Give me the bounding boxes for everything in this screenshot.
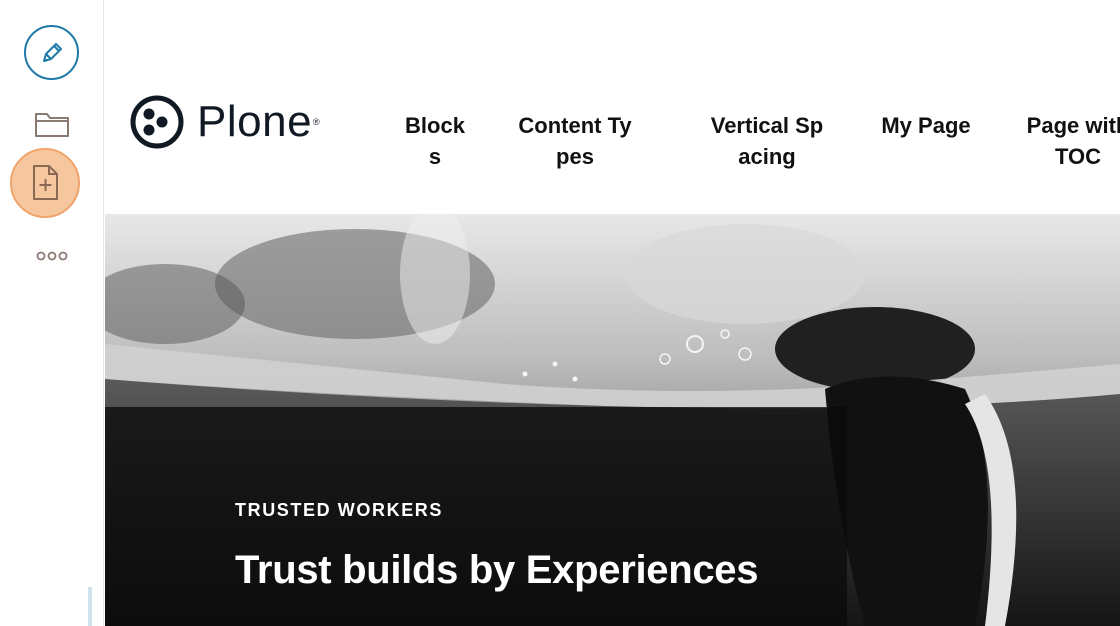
hero-kicker: TRUSTED WORKERS [235,500,443,520]
pencil-icon [42,42,62,62]
add-document-icon [33,165,58,200]
editing-toolbar [0,0,104,626]
plone-logo-icon [130,95,184,149]
nav-item-content-types[interactable]: Content Types [517,110,633,172]
toolbar-resize-handle[interactable] [88,587,92,626]
more-button[interactable] [30,243,74,269]
add-content-button[interactable] [10,148,80,218]
folder-icon [35,113,69,137]
logo-registered-mark: ® [313,117,320,127]
contents-button[interactable] [30,106,74,142]
more-dots-icon [36,251,68,261]
site-logo[interactable]: Plone ® [129,94,320,150]
logo-text: Plone [197,97,313,146]
hero-banner: TRUSTED WORKERS Trust builds by Experien… [105,214,1120,626]
edit-button[interactable] [24,25,79,80]
site-header: Plone ® Blocks Content Types Vertical Sp… [105,0,1120,214]
nav-item-my-page[interactable]: My Page [881,110,971,141]
nav-item-vertical-spacing[interactable]: Vertical Spacing [705,110,829,172]
hero-title: Trust builds by Experiences [235,548,759,592]
nav-item-blocks[interactable]: Blocks [401,110,469,172]
hero-text-overlay [105,407,847,626]
nav-item-page-with-toc[interactable]: Page with TOC [1013,110,1120,172]
